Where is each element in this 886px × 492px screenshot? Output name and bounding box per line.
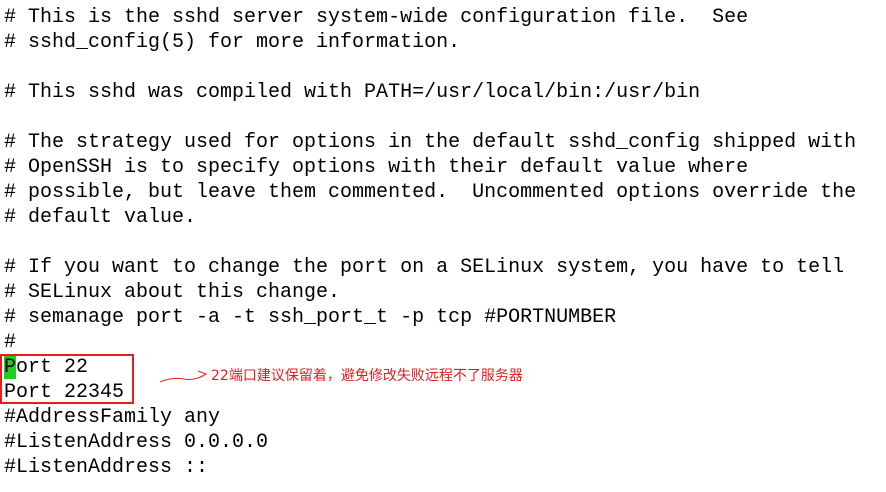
config-line	[4, 55, 882, 80]
config-line: # If you want to change the port on a SE…	[4, 256, 845, 279]
config-line: #ListenAddress 0.0.0.0	[4, 431, 269, 454]
config-line	[4, 230, 882, 255]
config-line	[4, 105, 882, 130]
config-line: # The strategy used for options in the d…	[4, 131, 857, 154]
annotation-arrow-icon	[159, 370, 208, 383]
config-line: # OpenSSH is to specify options with the…	[4, 156, 749, 179]
config-line: #	[4, 331, 17, 354]
text-editor[interactable]: # This is the sshd server system-wide co…	[4, 5, 882, 480]
config-line: # SELinux about this change.	[4, 281, 341, 304]
config-line: # possible, but leave them commented. Un…	[4, 181, 857, 204]
config-line: # This is the sshd server system-wide co…	[4, 6, 749, 29]
config-line: #AddressFamily any	[4, 406, 221, 429]
config-line: # sshd_config(5) for more information.	[4, 31, 461, 54]
config-line: # This sshd was compiled with PATH=/usr/…	[4, 81, 701, 104]
port-highlight-box	[0, 354, 134, 404]
annotation-note: 22端口建议保留着，避免修改失败远程不了服务器	[211, 368, 523, 384]
config-line: #ListenAddress ::	[4, 456, 209, 479]
config-line: # default value.	[4, 206, 197, 229]
config-line: # semanage port -a -t ssh_port_t -p tcp …	[4, 306, 617, 329]
